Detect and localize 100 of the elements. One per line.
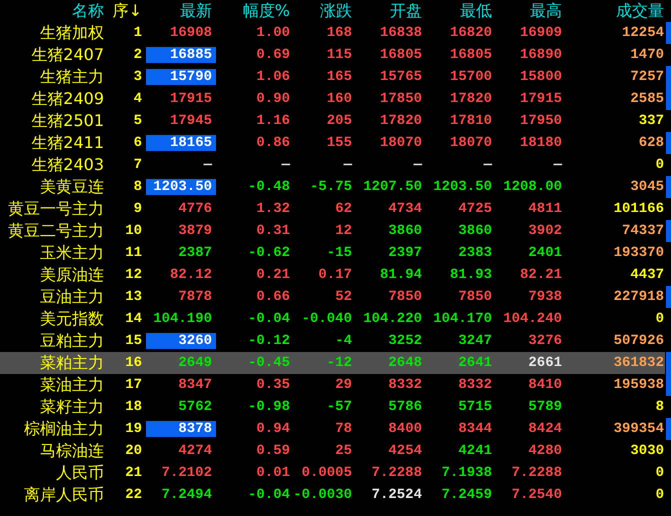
- column-header[interactable]: 最新: [142, 0, 216, 22]
- open-price: 4254: [387, 443, 422, 459]
- row-number: 6: [132, 135, 142, 151]
- row-number: 17: [124, 377, 142, 393]
- high-price: 7.2540: [510, 487, 562, 503]
- column-header[interactable]: 幅度%: [216, 0, 290, 22]
- change-value: -5.75: [308, 179, 352, 195]
- change-value: -4: [334, 333, 352, 349]
- latest-price: 16908: [168, 25, 213, 41]
- instrument-name: 离岸人民币: [23, 484, 104, 506]
- row-number: 10: [124, 223, 142, 239]
- open-price: 4734: [387, 201, 422, 217]
- latest-price: 104.190: [152, 311, 213, 327]
- low-price: 4725: [457, 201, 492, 217]
- volume: 0: [654, 311, 664, 327]
- low-price: —: [482, 157, 492, 173]
- low-price: 1203.50: [432, 179, 492, 195]
- volume: 628: [638, 135, 664, 151]
- row-number: 20: [124, 443, 142, 459]
- change-value: -15: [326, 245, 352, 261]
- change-percent: 0.31: [255, 223, 290, 239]
- selected-row[interactable]: 菜粕主力 16 2649 -0.45 -12 2648 2641 2661 361832: [0, 352, 671, 374]
- open-price: 16805: [378, 47, 422, 63]
- high-price: 17915: [518, 91, 562, 107]
- high-price: 16890: [518, 47, 562, 63]
- open-price: 3860: [387, 223, 422, 239]
- column-header[interactable]: 最低: [422, 0, 492, 22]
- high-price: 5789: [527, 399, 562, 415]
- volume: 3030: [629, 443, 664, 459]
- change-percent: 0.69: [255, 47, 290, 63]
- open-price: 7.2288: [370, 465, 422, 481]
- volume: 7257: [629, 69, 664, 85]
- high-price: 8424: [527, 421, 562, 437]
- volume: 0: [654, 487, 664, 503]
- low-price: 5715: [457, 399, 492, 415]
- row-number: 22: [124, 487, 142, 503]
- change-percent: 0.66: [255, 289, 290, 305]
- open-price: 8332: [387, 377, 422, 393]
- change-value: -0.040: [300, 311, 352, 327]
- change-value: 205: [326, 113, 352, 129]
- high-price: 17950: [518, 113, 562, 129]
- change-value: 160: [326, 91, 352, 107]
- column-header[interactable]: 名称: [0, 0, 104, 22]
- low-price: 7850: [457, 289, 492, 305]
- instrument-name: 豆油主力: [39, 286, 104, 308]
- row-number: 18: [124, 399, 142, 415]
- instrument-name: 棕榈油主力: [23, 418, 104, 440]
- instrument-name: 生猪2407: [30, 44, 104, 66]
- latest-price: 8378: [146, 421, 216, 437]
- row-number: 2: [132, 47, 142, 63]
- latest-price: 4274: [177, 443, 213, 459]
- instrument-name: 豆粕主力: [39, 330, 104, 352]
- row-number: 15: [124, 333, 142, 349]
- latest-price: 1203.50: [146, 179, 216, 195]
- latest-price: 7.2494: [160, 487, 213, 503]
- column-header[interactable]: 涨跌: [290, 0, 352, 22]
- instrument-name: 美黄豆连: [39, 176, 104, 198]
- instrument-name: 黄豆二号主力: [7, 220, 104, 242]
- volume: 399354: [612, 421, 664, 437]
- change-value: 12: [334, 223, 352, 239]
- volume: 507926: [612, 333, 664, 349]
- high-price: 15800: [518, 69, 562, 85]
- open-price: 7850: [387, 289, 422, 305]
- volume: 193370: [612, 245, 664, 261]
- open-price: 1207.50: [362, 179, 422, 195]
- row-number: 5: [132, 113, 142, 129]
- low-price: 4241: [457, 443, 492, 459]
- row-number: 13: [124, 289, 142, 305]
- row-number: 19: [124, 421, 142, 437]
- change-percent: 0.01: [255, 465, 290, 481]
- low-price: 7.2459: [440, 487, 492, 503]
- row-number: 21: [124, 465, 142, 481]
- latest-price: 16885: [146, 47, 216, 63]
- high-price: 4811: [527, 201, 562, 217]
- latest-price: 3879: [177, 223, 213, 239]
- column-header[interactable]: 开盘: [352, 0, 422, 22]
- latest-price: 8347: [177, 377, 213, 393]
- change-value: 29: [334, 377, 352, 393]
- column-header[interactable]: 成交量: [562, 0, 664, 22]
- volume: 8: [654, 399, 664, 415]
- column-header[interactable]: 最高: [492, 0, 562, 22]
- volume: 74337: [620, 223, 664, 239]
- column-header[interactable]: 序↓: [104, 0, 142, 22]
- change-value: 0.0005: [300, 465, 352, 481]
- high-price: 3902: [527, 223, 562, 239]
- volume: 0: [654, 157, 664, 173]
- row-number: 14: [124, 311, 142, 327]
- instrument-name: 生猪主力: [39, 66, 104, 88]
- change-percent: 1.16: [255, 113, 290, 129]
- change-percent: 0.35: [255, 377, 290, 393]
- open-price: 2397: [387, 245, 422, 261]
- instrument-name: 生猪加权: [39, 22, 104, 44]
- latest-price: 18165: [146, 135, 216, 151]
- row-number: 3: [132, 69, 142, 85]
- high-price: 4280: [527, 443, 562, 459]
- change-percent: -0.48: [246, 179, 290, 195]
- change-value: -0.0030: [292, 487, 352, 503]
- instrument-name: 生猪2501: [30, 110, 104, 132]
- row-number: 7: [132, 157, 142, 173]
- row-number: 11: [124, 245, 142, 261]
